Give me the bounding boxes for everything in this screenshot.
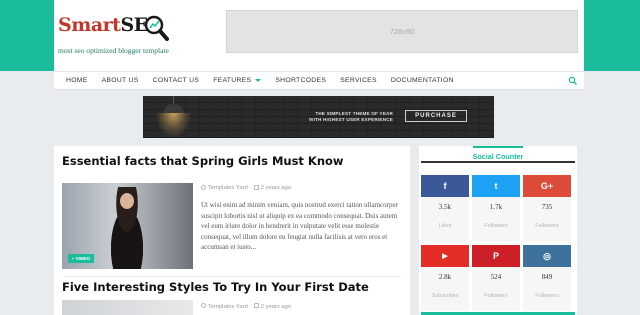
nav-about-us[interactable]: ABOUT US (95, 72, 146, 89)
purchase-button[interactable]: PURCHASE (405, 110, 467, 122)
post-date: 2 years ago (253, 185, 292, 192)
counter-label: Subscribes (431, 293, 459, 299)
counter-count: 735 (541, 203, 553, 211)
post-date-text: 2 years ago (260, 185, 292, 192)
top-ad-placeholder[interactable]: 728x90 (226, 10, 578, 53)
instagram-icon: ◎ (523, 245, 571, 267)
nav-documentation[interactable]: DOCUMENTATION (384, 72, 461, 89)
post-item: Essential facts that Spring Girls Must K… (62, 154, 402, 269)
post-thumbnail[interactable] (62, 300, 193, 315)
lamp-cord (173, 96, 174, 104)
youtube-icon: ▶ (421, 245, 469, 267)
user-icon (201, 303, 206, 308)
counter-count: 2.8k (438, 273, 452, 281)
nav-features-label: FEATURES (213, 77, 252, 84)
folder-icon: ▪ (72, 256, 74, 261)
social-counter-facebook[interactable]: f 3.5k Likes (421, 175, 469, 241)
thumbnail-face (120, 193, 134, 209)
social-counter-twitter[interactable]: t 1.7k Followers (472, 175, 520, 241)
main-nav: HOME ABOUT US CONTACT US FEATURES SHORTC… (54, 71, 584, 90)
counter-label: Followers (535, 223, 559, 229)
post-author-name: Templates Yard (208, 304, 248, 310)
facebook-icon: f (421, 175, 469, 197)
post-author[interactable]: Templates Yard (201, 303, 248, 310)
post-date: 2 years ago (253, 303, 292, 310)
post-title[interactable]: Five Interesting Styles To Try In Your F… (62, 280, 369, 294)
post-excerpt: Ut wisi enim ad minim veniam, quis nostr… (201, 201, 398, 251)
post-author[interactable]: Templates Yard (201, 185, 248, 191)
page-accent-left (0, 0, 54, 71)
social-counter-youtube[interactable]: ▶ 2.8k Subscribes (421, 245, 469, 311)
social-counter-instagram[interactable]: ◎ 849 Followers (523, 245, 571, 311)
site-tagline: most seo optimized blogger template (58, 46, 169, 55)
post-date-text: 2 years ago (260, 304, 292, 310)
widget-header: Social Counter (421, 146, 575, 163)
page-accent-right (584, 0, 640, 71)
calendar-icon (253, 303, 259, 308)
counter-label: Followers (484, 223, 508, 229)
counter-label: Likes (438, 223, 452, 229)
twitter-icon: t (472, 175, 520, 197)
social-counter-pinterest[interactable]: P 524 Followers (472, 245, 520, 311)
nav-home[interactable]: HOME (54, 72, 95, 89)
post-meta: Templates Yard 2 years ago (201, 303, 291, 310)
chevron-down-icon (255, 79, 262, 82)
site-header: SmartSE most seo optimized blogger templ… (54, 0, 584, 71)
widget-title: Social Counter (472, 146, 524, 161)
counter-count: 524 (490, 273, 502, 281)
magnifier-logo-icon (144, 15, 169, 41)
user-icon (201, 185, 206, 190)
counter-count: 1.7k (489, 203, 503, 211)
calendar-icon (253, 185, 259, 190)
post-title[interactable]: Essential facts that Spring Girls Must K… (62, 154, 402, 168)
logo-wordmark: SmartSE (58, 14, 148, 36)
post-divider (62, 276, 402, 277)
search-icon[interactable] (568, 76, 578, 86)
google-plus-icon: G+ (523, 175, 571, 197)
pinterest-icon: P (472, 245, 520, 267)
post-thumbnail[interactable]: ▪ VIMEO (62, 183, 193, 269)
sidebar: Social Counter f 3.5k Likes t 1.7k Follo… (419, 146, 577, 315)
promo-banner[interactable]: THE SIMPLEST THEME OF YEAR WITH HIGHEST … (143, 96, 494, 138)
post-author-name: Templates Yard (208, 185, 248, 192)
nav-shortcodes[interactable]: SHORTCODES (268, 72, 333, 89)
category-badge-label: VIMEO (75, 256, 91, 261)
post-list: Essential facts that Spring Girls Must K… (54, 146, 410, 315)
banner-tagline: THE SIMPLEST THEME OF YEAR WITH HIGHEST … (293, 111, 393, 123)
category-badge[interactable]: ▪ VIMEO (68, 254, 95, 263)
counter-label: Followers (484, 293, 508, 299)
logo-word-smart: Smart (58, 14, 121, 36)
site-logo[interactable]: SmartSE (58, 14, 208, 44)
nav-services[interactable]: SERVICES (333, 72, 384, 89)
post-meta: Templates Yard 2 years ago (201, 185, 291, 191)
counter-count: 849 (541, 273, 553, 281)
social-counter-google-plus[interactable]: G+ 735 Followers (523, 175, 571, 241)
banner-tagline-line2: WITH HIGHEST USER EXPERIENCE (309, 117, 393, 122)
nav-contact-us[interactable]: CONTACT US (146, 72, 207, 89)
nav-features[interactable]: FEATURES (206, 72, 268, 89)
counter-count: 3.5k (438, 203, 452, 211)
lamp-glow (155, 113, 192, 138)
counter-label: Followers (535, 293, 559, 299)
